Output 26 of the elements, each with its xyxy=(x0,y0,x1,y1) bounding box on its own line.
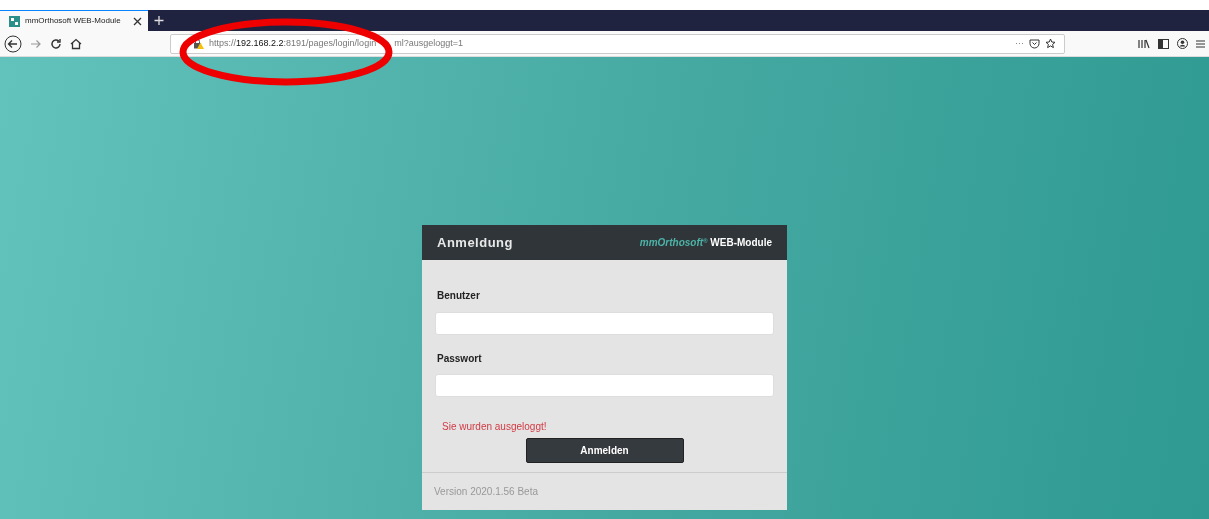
favicon-icon xyxy=(9,15,20,27)
version-text: Version 2020.1.56 Beta xyxy=(422,472,787,510)
input-field[interactable] xyxy=(435,311,774,335)
url-text: https://192.168.2.2:8191/pages/login/login xyxy=(209,38,377,49)
login-title: Anmeldung xyxy=(437,233,513,252)
page-actions-menu[interactable]: ··· xyxy=(1015,36,1024,51)
close-icon[interactable] xyxy=(133,16,142,26)
account-icon[interactable] xyxy=(1177,38,1188,49)
back-icon[interactable] xyxy=(4,34,22,53)
input-field[interactable] xyxy=(435,374,774,397)
brand-text: mmOrthosoft$^{®}$ WEB-Module xyxy=(639,236,772,250)
login-button[interactable]: Anmelden xyxy=(525,438,684,463)
library-icon[interactable] xyxy=(1138,38,1150,49)
browser-tab[interactable]: mmOrthosoft WEB-Module xyxy=(0,10,148,31)
logout-message: Sie wurden ausgeloggt! xyxy=(442,420,548,434)
menu-icon[interactable] xyxy=(1196,38,1205,49)
field-label: Passwort xyxy=(437,351,483,366)
home-icon[interactable] xyxy=(70,37,82,50)
pocket-icon[interactable] xyxy=(1029,38,1040,49)
sidebar-icon[interactable] xyxy=(1158,38,1169,49)
bookmark-star-icon[interactable] xyxy=(1045,38,1056,49)
address-bar[interactable]: https://192.168.2.2:8191/pages/login/login ml?ausgeloggt=1 ··· xyxy=(170,33,1065,54)
forward-icon[interactable] xyxy=(30,37,42,50)
field-label: Benutzer xyxy=(437,289,481,303)
url-text: ml?ausgeloggt=1 xyxy=(394,38,463,49)
reload-icon[interactable] xyxy=(50,37,62,50)
